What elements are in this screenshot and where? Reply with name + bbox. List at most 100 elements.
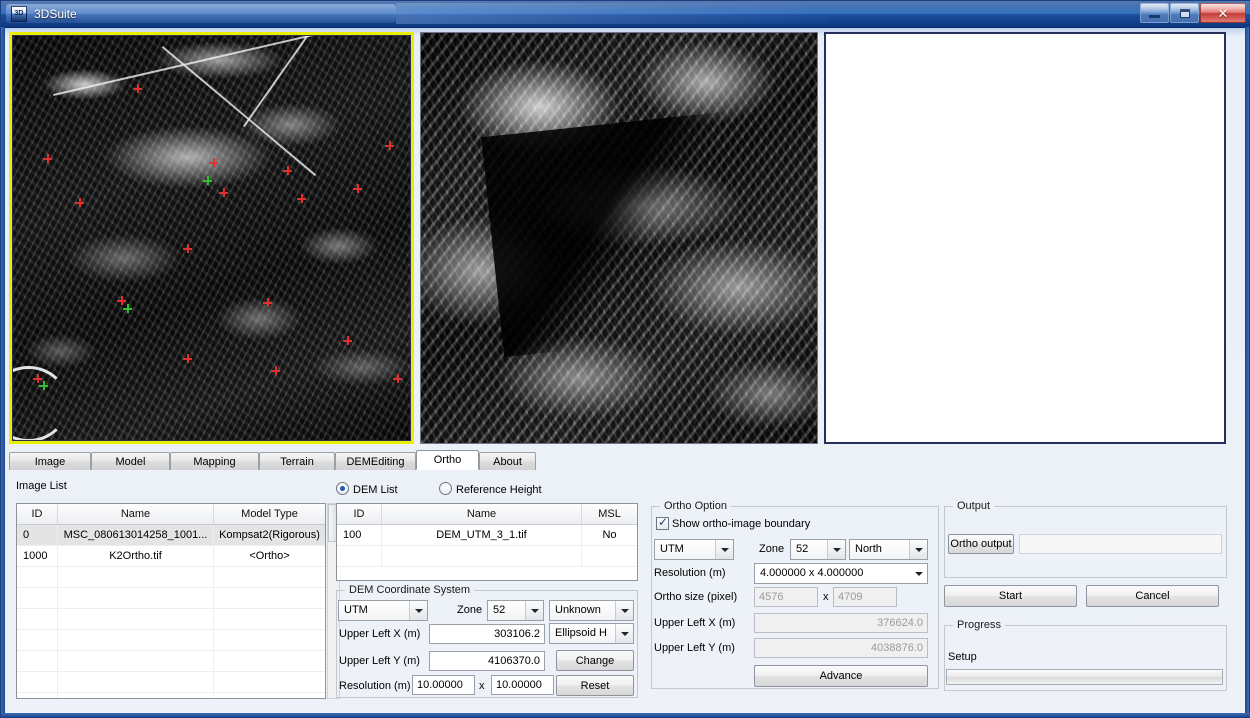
title-bar-highlight-secondary [396, 3, 826, 24]
column-header-id[interactable]: ID [17, 504, 58, 524]
ortho-projection-combo[interactable]: UTM [654, 539, 734, 560]
control-point-marker[interactable] [393, 374, 402, 383]
column-header-name[interactable]: Name [58, 504, 214, 524]
dem-height-datum-combo[interactable]: Ellipsoid H [549, 623, 634, 644]
satellite-image-view[interactable] [9, 32, 414, 444]
ortho-output-button[interactable]: Ortho output [948, 534, 1014, 554]
table-row[interactable]: 100 DEM_UTM_3_1.tif No [337, 525, 637, 546]
window-frame-left [1, 27, 5, 717]
dem-hillshade-view[interactable] [420, 32, 818, 444]
column-header-msl[interactable]: MSL [582, 504, 637, 524]
table-row-empty [17, 630, 325, 651]
cancel-button[interactable]: Cancel [1086, 585, 1219, 607]
dem-list-table[interactable]: ID Name MSL 100 DEM_UTM_3_1.tif No [336, 503, 638, 581]
start-button[interactable]: Start [944, 585, 1077, 607]
control-point-marker[interactable] [209, 158, 218, 167]
tab-demediting[interactable]: DEMEditing [335, 452, 416, 470]
chevron-down-icon[interactable] [615, 624, 633, 643]
table-row[interactable]: 1000 K2Ortho.tif <Ortho> [17, 546, 325, 567]
dem-reset-button[interactable]: Reset [556, 675, 634, 696]
ortho-upper-left-y-input: 4038876.0 [754, 638, 928, 658]
dem-upper-left-y-input[interactable]: 4106370.0 [429, 651, 545, 671]
table-row-empty [17, 567, 325, 588]
ortho-resolution-label: Resolution (m) [654, 567, 726, 579]
table-row[interactable]: 0 MSC_080613014258_1001... Kompsat2(Rigo… [17, 525, 325, 546]
dem-upper-left-x-input[interactable]: 303106.2 [429, 624, 545, 644]
dem-resolution-x-input[interactable]: 10.00000 [412, 675, 475, 695]
cell-model-type: Kompsat2(Rigorous) [219, 529, 320, 541]
ortho-output-path-input[interactable] [1019, 534, 1222, 554]
minimize-button[interactable] [1140, 3, 1169, 23]
chevron-down-icon[interactable] [909, 540, 927, 559]
control-point-marker[interactable] [123, 304, 132, 313]
tab-ortho[interactable]: Ortho [416, 450, 479, 470]
control-point-marker[interactable] [263, 298, 272, 307]
control-point-marker[interactable] [297, 194, 306, 203]
chevron-down-icon[interactable] [910, 564, 927, 583]
cell-id: 100 [337, 525, 382, 545]
column-header-model-type[interactable]: Model Type [214, 504, 325, 524]
dem-ridge-shadow [481, 110, 765, 358]
ortho-zone-combo[interactable]: 52 [790, 539, 846, 560]
column-header-id[interactable]: ID [337, 504, 382, 524]
control-point-marker[interactable] [353, 184, 362, 193]
cell-model-type: <Ortho> [249, 550, 290, 562]
radio-dem-list-label[interactable]: DEM List [353, 484, 398, 496]
control-point-marker[interactable] [271, 366, 280, 375]
dem-zone-combo[interactable]: 52 [487, 600, 544, 621]
window-frame-right [1245, 27, 1249, 717]
control-point-marker[interactable] [183, 244, 192, 253]
control-point-marker[interactable] [133, 84, 142, 93]
radio-reference-height-label[interactable]: Reference Height [456, 484, 542, 496]
progress-status-label: Setup [948, 651, 977, 663]
tab-image[interactable]: Image [9, 452, 91, 470]
ortho-resolution-combo[interactable]: 4.000000 x 4.000000 [754, 563, 928, 584]
check-icon: ✓ [658, 515, 669, 529]
control-point-marker[interactable] [385, 141, 394, 150]
satellite-image-canvas[interactable] [12, 35, 411, 441]
dem-change-button[interactable]: Change [556, 650, 634, 671]
radio-reference-height[interactable] [439, 482, 452, 495]
control-point-marker[interactable] [183, 354, 192, 363]
chevron-down-icon[interactable] [715, 540, 733, 559]
ortho-upper-left-x-input: 376624.0 [754, 613, 928, 633]
ortho-hemisphere-combo[interactable]: North [849, 539, 928, 560]
dem-hemisphere-combo[interactable]: Unknown [549, 600, 634, 621]
tab-mapping[interactable]: Mapping [170, 452, 259, 470]
tab-about[interactable]: About [479, 452, 536, 470]
control-point-marker[interactable] [219, 188, 228, 197]
chevron-down-icon[interactable] [409, 601, 427, 620]
ortho-resolution-value: 4.000000 x 4.000000 [760, 567, 864, 579]
chevron-down-icon[interactable] [615, 601, 633, 620]
dem-resolution-y-input[interactable]: 10.00000 [491, 675, 554, 695]
control-point-marker[interactable] [283, 166, 292, 175]
show-ortho-boundary-label[interactable]: Show ortho-image boundary [672, 518, 810, 530]
show-ortho-boundary-checkbox[interactable]: ✓ [656, 515, 669, 530]
cell-id: 0 [17, 525, 58, 545]
dem-height-datum-value: Ellipsoid H [555, 627, 607, 639]
title-bar[interactable]: 3D 3DSuite ✕ [1, 1, 1250, 28]
close-button[interactable]: ✕ [1200, 3, 1246, 23]
control-point-marker[interactable] [39, 381, 48, 390]
chevron-down-icon[interactable] [827, 540, 845, 559]
application-window: 3D 3DSuite ✕ Image Model Mapping Terrain… [0, 0, 1250, 718]
dem-resolution-separator: x [479, 680, 485, 692]
table-row-empty [337, 546, 637, 567]
control-point-marker[interactable] [343, 336, 352, 345]
ortho-preview-view[interactable] [824, 32, 1226, 444]
tab-terrain[interactable]: Terrain [259, 452, 335, 470]
control-point-marker[interactable] [43, 154, 52, 163]
column-header-name[interactable]: Name [382, 504, 582, 524]
advance-button[interactable]: Advance [754, 665, 928, 687]
control-point-marker[interactable] [75, 198, 84, 207]
control-point-marker[interactable] [203, 176, 212, 185]
dem-projection-combo[interactable]: UTM [338, 600, 428, 621]
dem-upper-left-y-label: Upper Left Y (m) [339, 655, 420, 667]
tab-model[interactable]: Model [91, 452, 170, 470]
image-list-table[interactable]: ID Name Model Type 0 MSC_080613014258_10… [16, 503, 326, 699]
radio-dem-list[interactable] [336, 482, 349, 495]
ortho-projection-value: UTM [660, 543, 684, 555]
cell-name: DEM_UTM_3_1.tif [382, 525, 582, 545]
maximize-button[interactable] [1170, 3, 1199, 23]
chevron-down-icon[interactable] [525, 601, 543, 620]
